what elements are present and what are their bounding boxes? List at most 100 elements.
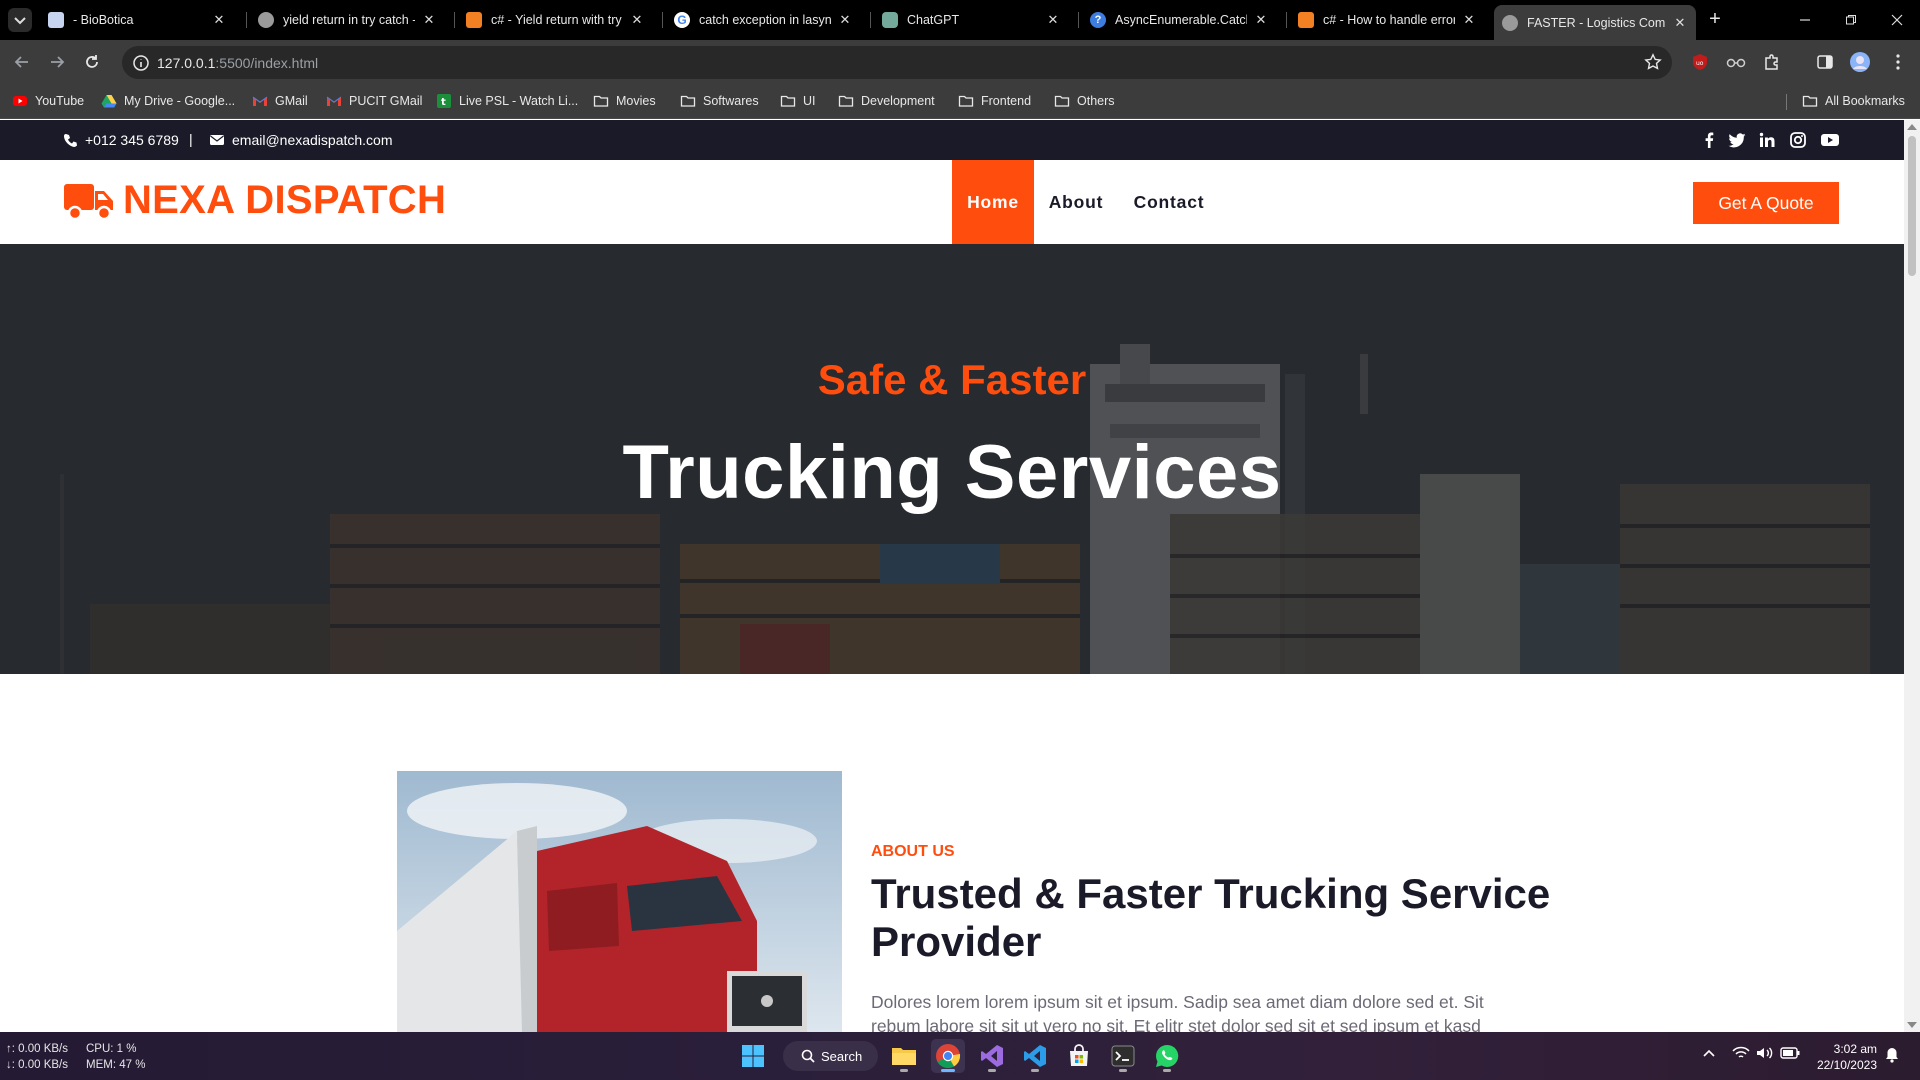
vscode-app[interactable] [1018,1039,1052,1073]
nav-contact[interactable]: Contact [1124,160,1214,244]
tab-search-button[interactable] [8,8,32,32]
reload-button[interactable] [78,48,106,76]
linkedin-link[interactable] [1757,130,1777,150]
tab-asyncenumerable[interactable]: ? AsyncEnumerable.Catch( ✕ [1082,5,1277,35]
scroll-thumb[interactable] [1908,136,1916,276]
taskbar-search[interactable]: Search [783,1041,878,1071]
browser-menu-button[interactable] [1884,48,1912,76]
close-icon[interactable]: ✕ [837,12,853,28]
folder-icon [593,95,609,107]
about-truck-image [397,771,842,1032]
close-window-button[interactable] [1874,0,1920,40]
minimize-button[interactable] [1782,0,1828,40]
whatsapp-app[interactable] [1150,1039,1184,1073]
all-bookmarks-button[interactable]: All Bookmarks [1802,93,1905,109]
tab-biobotica[interactable]: - BioBotica ✕ [40,5,235,35]
close-icon[interactable]: ✕ [211,12,227,28]
about-label: ABOUT US [871,843,955,860]
site-navbar: NEXA DISPATCH Home About Contact Get A Q… [0,160,1904,244]
close-icon[interactable]: ✕ [1045,12,1061,28]
close-icon[interactable]: ✕ [1461,12,1477,28]
close-icon[interactable]: ✕ [1253,12,1269,28]
folder-icon [838,95,854,107]
battery-icon [1780,1047,1800,1059]
reload-icon [86,55,98,68]
facebook-link[interactable] [1699,130,1719,150]
ublock-icon: uo [1693,54,1707,70]
start-button[interactable] [736,1039,770,1073]
tab-stackoverflow-error[interactable]: c# - How to handle error ✕ [1290,5,1485,35]
tab-chatgpt[interactable]: ChatGPT ✕ [874,5,1069,35]
extensions-menu-button[interactable] [1758,48,1786,76]
tab-faster-active[interactable]: FASTER - Logistics Comp ✕ [1494,5,1696,40]
show-hidden-icons[interactable] [1702,1046,1716,1060]
arrow-left-icon [14,56,28,68]
bookmark-pucit-gmail[interactable]: PUCIT GMail [326,93,422,109]
bookmark-folder-softwares[interactable]: Softwares [680,93,759,109]
side-panel-button[interactable] [1811,48,1839,76]
avatar [1850,52,1870,72]
bookmark-live-psl[interactable]: t Live PSL - Watch Li... [436,93,578,109]
visual-studio-app[interactable] [975,1039,1009,1073]
tab-google-search[interactable]: G catch exception in lasync ✕ [666,5,861,35]
file-explorer-app[interactable] [887,1039,921,1073]
folder-icon [780,95,796,107]
whatsapp-icon [1156,1044,1179,1067]
page-scrollbar[interactable] [1904,120,1920,1032]
microsoft-store-app[interactable] [1062,1039,1096,1073]
bookmark-folder-others[interactable]: Others [1054,93,1115,109]
volume-tray[interactable] [1756,1046,1774,1060]
bookmark-youtube[interactable]: YouTube [12,93,84,109]
nav-home[interactable]: Home [952,160,1034,244]
address-bar[interactable]: 127.0.0.1:5500/index.html [122,46,1672,79]
site-info-icon[interactable] [132,54,150,72]
battery-tray[interactable] [1780,1046,1800,1060]
profile-button[interactable] [1846,48,1874,76]
address-text[interactable]: 127.0.0.1:5500/index.html [157,55,318,71]
twitter-link[interactable] [1727,130,1747,150]
globe-icon [1502,14,1518,31]
store-icon [1070,1044,1088,1066]
bookmark-folder-development[interactable]: Development [838,93,935,109]
chrome-app[interactable] [931,1039,965,1073]
vscode-icon [1024,1045,1046,1067]
forward-button[interactable] [43,48,71,76]
minimize-icon [1800,19,1810,21]
close-icon[interactable]: ✕ [421,12,437,28]
new-tab-button[interactable]: + [1703,8,1727,32]
restore-button[interactable] [1828,0,1874,40]
bookmark-folder-ui[interactable]: UI [780,93,816,109]
brand-logo[interactable]: NEXA DISPATCH [63,178,446,223]
nav-about[interactable]: About [1040,160,1112,244]
chatgpt-icon [882,12,898,28]
close-icon[interactable]: ✕ [629,12,645,28]
topbar-phone: +012 345 6789 [63,132,179,148]
taskbar-clock[interactable]: 3:02 am 22/10/2023 [1805,1041,1877,1073]
bookmark-google-drive[interactable]: My Drive - Google... [101,93,235,109]
tab-stackoverflow-yield[interactable]: c# - Yield return with try ✕ [458,5,653,35]
back-button[interactable] [8,48,36,76]
bookmark-folder-movies[interactable]: Movies [593,93,656,109]
get-quote-button[interactable]: Get A Quote [1693,182,1839,224]
help-icon: ? [1090,12,1106,28]
more-vertical-icon [1896,54,1900,70]
search-icon [801,1049,815,1063]
puzzle-icon [1765,54,1778,70]
truck-icon [64,183,113,220]
linkedin-icon [1759,132,1775,147]
close-icon[interactable]: ✕ [1672,15,1688,31]
bookmark-gmail[interactable]: GMail [252,93,308,109]
extension-button[interactable] [1722,48,1750,76]
side-panel-icon [1817,55,1833,69]
youtube-link[interactable] [1820,130,1840,150]
bookmark-star-icon[interactable] [1644,53,1662,71]
instagram-link[interactable] [1788,130,1808,150]
scroll-down-icon[interactable] [1907,1022,1917,1028]
network-tray[interactable] [1732,1046,1750,1060]
tab-yield-return[interactable]: yield return in try catch - ✕ [250,5,445,35]
bookmark-folder-frontend[interactable]: Frontend [958,93,1031,109]
terminal-app[interactable] [1106,1039,1140,1073]
notifications-button[interactable] [1884,1047,1900,1063]
ublock-extension-button[interactable]: uo [1686,48,1714,76]
scroll-up-icon[interactable] [1907,124,1917,130]
